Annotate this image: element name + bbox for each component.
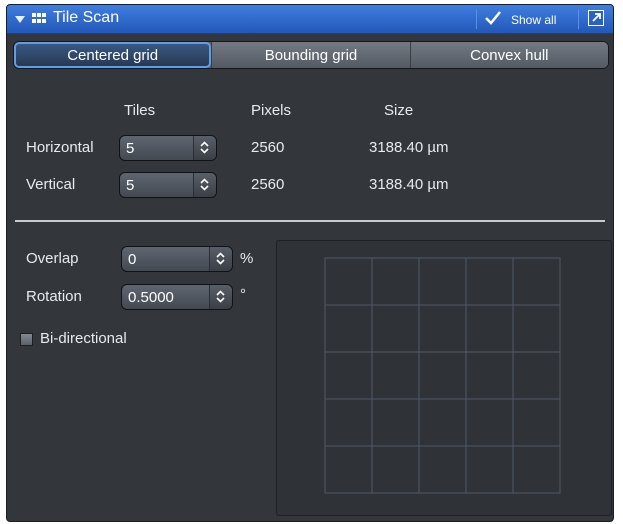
horizontal-pixels: 2560: [251, 139, 285, 156]
grid-mode-tabs: Centered grid Bounding grid Convex hull: [13, 41, 609, 69]
preview-tile: [418, 351, 467, 400]
title-separator: [578, 9, 579, 29]
title-separator: [476, 9, 477, 29]
preview-tile: [465, 398, 514, 447]
tiles-header: Tiles: [124, 102, 156, 119]
horizontal-tiles-stepper[interactable]: 5: [119, 135, 217, 161]
preview-tile: [465, 304, 514, 353]
preview-tile: [324, 398, 373, 447]
preview-tile: [371, 257, 420, 306]
preview-tile: [324, 445, 373, 494]
size-header: Size: [384, 102, 414, 119]
preview-tile: [512, 257, 561, 306]
preview-tile: [371, 304, 420, 353]
rotation-stepper[interactable]: 0.5000: [121, 284, 233, 310]
vertical-tiles-value[interactable]: 5: [126, 177, 134, 194]
show-all-toggle[interactable]: Show all: [511, 13, 556, 27]
vertical-pixels: 2560: [251, 176, 285, 193]
vertical-size: 3188.40 µm: [369, 176, 449, 193]
preview-tile: [418, 398, 467, 447]
tab-bounding-grid[interactable]: Bounding grid: [211, 42, 410, 68]
tile-grid-preview-svg: [324, 257, 561, 494]
preview-tile: [371, 445, 420, 494]
overlap-value[interactable]: 0: [128, 251, 136, 268]
spin-arrows-icon[interactable]: [209, 285, 232, 309]
preview-tile: [371, 351, 420, 400]
tile-grid-preview: [276, 240, 612, 516]
horizontal-tiles-value[interactable]: 5: [126, 140, 134, 157]
preview-tile: [371, 398, 420, 447]
vertical-tiles-stepper[interactable]: 5: [119, 172, 217, 198]
rotation-label: Rotation: [26, 288, 82, 305]
preview-tile: [418, 304, 467, 353]
vertical-label: Vertical: [26, 176, 76, 193]
pixels-header: Pixels: [251, 102, 292, 119]
preview-tile: [512, 398, 561, 447]
bidirectional-checkbox[interactable]: [20, 333, 33, 346]
preview-tile: [418, 257, 467, 306]
spin-arrows-icon[interactable]: [193, 173, 216, 197]
overlap-stepper[interactable]: 0: [121, 246, 233, 272]
preview-tile: [324, 304, 373, 353]
bidirectional-label[interactable]: Bi-directional: [40, 330, 127, 347]
tile-grid-icon: [32, 13, 46, 25]
preview-tile: [465, 351, 514, 400]
spin-arrows-icon[interactable]: [193, 136, 216, 160]
preview-tile: [324, 257, 373, 306]
preview-tile: [512, 304, 561, 353]
popout-icon[interactable]: [588, 10, 604, 26]
preview-tile: [512, 351, 561, 400]
rotation-value[interactable]: 0.5000: [128, 289, 174, 306]
tab-centered-grid[interactable]: Centered grid: [14, 42, 212, 68]
horizontal-label: Horizontal: [26, 139, 94, 156]
rotation-unit: °: [240, 286, 246, 303]
tab-convex-hull[interactable]: Convex hull: [409, 42, 608, 68]
preview-tile: [465, 257, 514, 306]
horizontal-size: 3188.40 µm: [369, 139, 449, 156]
checkmark-icon[interactable]: [485, 11, 501, 25]
title-bar: Tile Scan Show all: [7, 5, 613, 34]
preview-tile: [512, 445, 561, 494]
collapse-arrow-icon[interactable]: [15, 16, 25, 23]
spin-arrows-icon[interactable]: [209, 247, 232, 271]
preview-tile: [418, 445, 467, 494]
overlap-unit: %: [240, 250, 254, 267]
overlap-label: Overlap: [26, 250, 79, 267]
preview-tile: [324, 351, 373, 400]
panel-title: Tile Scan: [53, 9, 120, 26]
preview-tile: [465, 445, 514, 494]
tile-scan-panel: Tile Scan Show all Centered grid Boundin…: [6, 4, 614, 522]
section-divider: [15, 220, 605, 222]
